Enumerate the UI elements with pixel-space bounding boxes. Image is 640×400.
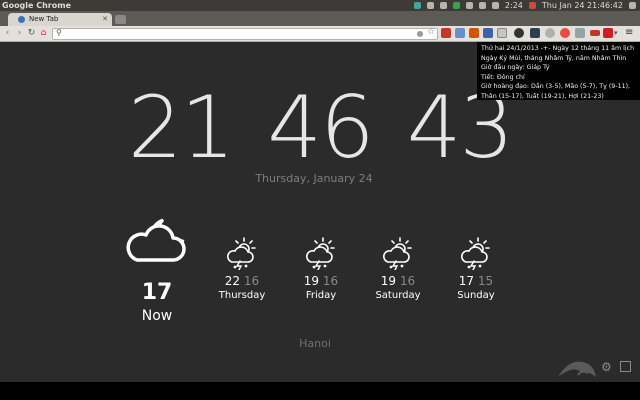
extension-grey-icon[interactable] xyxy=(575,28,585,38)
tray-wifi-icon[interactable] xyxy=(478,2,486,9)
popup-line: Tiết: Đông chí xyxy=(481,73,525,81)
tab-label: New Tab xyxy=(29,15,59,23)
extension-globe-icon[interactable] xyxy=(545,28,555,38)
extension-tools-icon[interactable] xyxy=(483,28,493,38)
popup-line: Thứ hai 24/1/2013 -+- Ngày 12 tháng 11 â… xyxy=(481,45,635,52)
extension-calendar-icon[interactable] xyxy=(441,28,451,38)
popup-line: Ngày Kỷ Mùi, tháng Nhâm Tý, năm Nhâm Thì… xyxy=(481,54,627,62)
reload-icon[interactable]: ↻ xyxy=(26,27,37,39)
tray-power-icon[interactable] xyxy=(629,2,636,9)
forecast-low: 16 xyxy=(399,274,416,288)
browser-toolbar: ‹ › ↻ ⌂ ⚲ ☆ ▾ ≡ xyxy=(0,26,640,42)
system-top-panel: Google Chrome 2:24 Thu Jan 24 21:46:42 xyxy=(0,0,640,11)
window-bottom-edge xyxy=(0,382,640,400)
address-input[interactable] xyxy=(67,29,397,38)
tray-app-icon[interactable] xyxy=(413,2,421,9)
forecast-temperatures: 17 15 xyxy=(446,274,506,288)
extension-car-icon[interactable] xyxy=(590,30,600,36)
extension-flower-icon[interactable] xyxy=(514,28,524,38)
tray-time-indicator[interactable]: 2:24 xyxy=(505,0,523,11)
forecast-high: 22 xyxy=(224,274,241,288)
partly-cloudy-night-icon xyxy=(126,218,186,262)
tray-dropbox-icon[interactable] xyxy=(439,2,447,9)
extension-docs-icon[interactable] xyxy=(455,28,465,38)
settings-gear-icon[interactable]: ⚙ xyxy=(601,360,612,374)
forecast-high: 17 xyxy=(458,274,475,288)
lunar-calendar-popup: Thứ hai 24/1/2013 -+- Ngày 12 tháng 11 â… xyxy=(477,42,640,100)
tab-new-tab[interactable]: New Tab ✕ xyxy=(8,13,112,26)
forecast-temperatures: 22 16 xyxy=(212,274,272,288)
fullscreen-icon[interactable] xyxy=(620,361,631,372)
page-action-icon[interactable] xyxy=(417,31,423,37)
popup-line: Thân (15-17), Tuất (19-21), Hợi (21-23) xyxy=(481,92,604,100)
forecast-day-name: Thursday xyxy=(218,290,266,301)
address-bar[interactable]: ⚲ ☆ xyxy=(52,27,438,40)
forecast-day-name: Sunday xyxy=(457,290,495,301)
mail-icon[interactable] xyxy=(497,28,507,38)
forecast-low: 16 xyxy=(243,274,260,288)
forecast-day-name: Friday xyxy=(305,290,337,301)
thunderstorm-icon xyxy=(227,237,256,270)
close-tab-icon[interactable]: ✕ xyxy=(102,13,108,26)
system-tray: 2:24 Thu Jan 24 21:46:42 xyxy=(413,0,636,11)
app-name: Google Chrome xyxy=(2,1,72,10)
tray-mail-icon[interactable] xyxy=(465,2,473,9)
weather-city: Hanoi xyxy=(299,337,331,350)
popup-line: Giờ hoàng đạo: Dần (3-5), Mão (5-7), Tỵ … xyxy=(481,83,631,90)
extension-square-icon[interactable] xyxy=(530,28,540,38)
forecast-temperatures: 19 16 xyxy=(291,274,351,288)
tray-network-icon[interactable] xyxy=(491,2,499,9)
forecast-high: 19 xyxy=(303,274,320,288)
tray-datetime[interactable]: Thu Jan 24 21:46:42 xyxy=(542,0,623,11)
forecast-low: 15 xyxy=(477,274,494,288)
extension-red-icon[interactable] xyxy=(560,28,570,38)
extension-flag-icon[interactable] xyxy=(603,28,613,38)
tray-battery-icon[interactable] xyxy=(452,2,460,9)
thunderstorm-icon xyxy=(383,237,412,270)
home-icon[interactable]: ⌂ xyxy=(38,27,49,39)
popup-line: Giờ đầu ngày: Giáp Tý xyxy=(481,64,550,71)
thunderstorm-icon xyxy=(461,237,490,270)
tray-keyboard-icon[interactable] xyxy=(426,2,434,9)
clock-minutes: 46 xyxy=(267,78,374,178)
chrome-menu-icon[interactable]: ≡ xyxy=(625,27,633,39)
search-icon: ⚲ xyxy=(56,28,62,37)
forecast-temperatures: 19 16 xyxy=(368,274,428,288)
current-label: Now xyxy=(141,308,173,324)
tab-strip: New Tab ✕ xyxy=(0,11,640,26)
current-temperature: 17 xyxy=(141,280,173,305)
clock-hours: 21 xyxy=(127,78,235,178)
chrome-favicon-icon xyxy=(18,16,25,23)
back-arrow-icon[interactable]: ‹ xyxy=(2,27,13,39)
bookmark-star-icon[interactable]: ☆ xyxy=(427,27,435,37)
thunderstorm-icon xyxy=(306,237,335,270)
forecast-high: 19 xyxy=(380,274,397,288)
current-date: Thursday, January 24 xyxy=(255,172,373,185)
forecast-day-name: Saturday xyxy=(375,290,421,301)
forecast-low: 16 xyxy=(322,274,339,288)
forward-arrow-icon[interactable]: › xyxy=(14,27,25,39)
tray-volume-icon[interactable] xyxy=(528,2,536,9)
app-logo-icon[interactable] xyxy=(556,355,598,381)
new-tab-button[interactable] xyxy=(115,15,126,24)
extension-dropdown-icon[interactable]: ▾ xyxy=(614,28,624,38)
extension-news-icon[interactable] xyxy=(469,28,479,38)
